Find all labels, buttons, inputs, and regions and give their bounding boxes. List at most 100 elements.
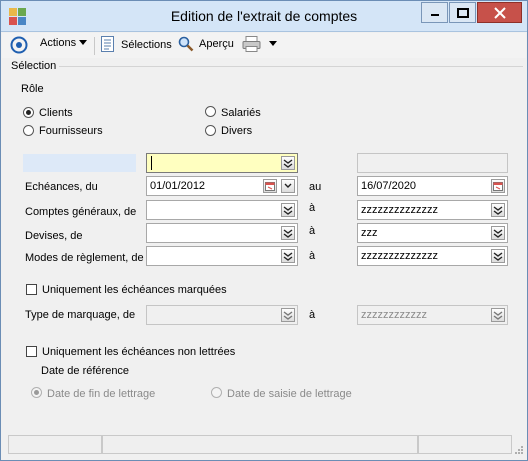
status-segment [102, 435, 418, 454]
echeances-to-value: 16/07/2020 [361, 180, 417, 192]
text-cursor [151, 156, 152, 170]
dropdown-button[interactable] [281, 226, 295, 240]
dropdown-button[interactable] [281, 156, 295, 170]
echeances-from-field[interactable]: 01/01/2012 [146, 176, 298, 196]
calendar-icon [265, 182, 275, 191]
double-chevron-down-icon [283, 310, 293, 320]
radio-divers-label: Divers [221, 125, 253, 137]
role-label: Rôle [21, 83, 44, 95]
radio-fournisseurs-label: Fournisseurs [39, 125, 103, 137]
dropdown-button[interactable] [491, 226, 505, 240]
minimize-button[interactable] [421, 2, 448, 23]
radio-fournisseurs[interactable] [23, 125, 34, 136]
modes-label: Modes de règlement, de [25, 252, 144, 264]
calendar-button[interactable] [263, 179, 277, 193]
section-divider [59, 66, 523, 67]
devises-a-label: à [309, 225, 316, 237]
marquees-checkbox-label: Uniquement les échéances marquées [42, 284, 227, 296]
type-marquage-to-value: zzzzzzzzzzzz [361, 309, 427, 321]
close-button[interactable] [477, 2, 522, 23]
radio-salaries-label: Salariés [221, 107, 261, 119]
print-button[interactable] [242, 36, 278, 52]
chevron-down-icon[interactable] [269, 41, 278, 47]
comptes-to-field[interactable]: zzzzzzzzzzzzzz [357, 200, 508, 220]
devises-to-field[interactable]: zzz [357, 223, 508, 243]
dropdown-button [491, 308, 505, 322]
type-marquage-to-field: zzzzzzzzzzzz [357, 305, 508, 325]
selection-type-label [23, 154, 136, 172]
type-marquage-a-label: à [309, 309, 316, 321]
devises-to-value: zzz [361, 227, 378, 239]
double-chevron-down-icon [283, 228, 293, 238]
status-segment [8, 435, 102, 454]
selections-button[interactable]: Sélections [101, 36, 172, 53]
radio-date-saisie-lettrage-label: Date de saisie de lettrage [227, 388, 352, 400]
double-chevron-down-icon [283, 251, 293, 261]
echeances-au-label: au [309, 181, 322, 193]
first-right-field [357, 153, 508, 173]
maximize-icon [456, 7, 469, 18]
printer-icon [242, 36, 261, 52]
comptes-from-field[interactable] [146, 200, 298, 220]
apercu-button[interactable]: Aperçu [178, 36, 234, 52]
minimize-icon [430, 13, 439, 16]
first-selection-field[interactable] [146, 153, 298, 173]
radio-date-fin-lettrage-label: Date de fin de lettrage [47, 388, 156, 400]
close-icon [493, 6, 506, 19]
non-lettrees-checkbox[interactable] [26, 346, 37, 357]
resize-grip-icon[interactable] [514, 445, 524, 455]
maximize-button[interactable] [449, 2, 476, 23]
apercu-label: Aperçu [199, 38, 234, 50]
non-lettrees-checkbox-label: Uniquement les échéances non lettrées [42, 346, 236, 358]
radio-date-fin-lettrage [31, 387, 42, 398]
magnifier-icon [178, 36, 194, 52]
modes-to-value: zzzzzzzzzzzzzz [361, 250, 438, 262]
type-marquage-label: Type de marquage, de [25, 309, 136, 321]
title-bar: Edition de l'extrait de comptes [1, 1, 527, 32]
calendar-button[interactable] [491, 179, 505, 193]
modes-to-field[interactable]: zzzzzzzzzzzzzz [357, 246, 508, 266]
document-icon [101, 36, 114, 52]
chevron-down-icon [79, 40, 88, 45]
devises-from-field[interactable] [146, 223, 298, 243]
marquees-checkbox[interactable] [26, 284, 37, 295]
radio-divers[interactable] [205, 125, 216, 136]
target-button[interactable] [10, 36, 28, 54]
dropdown-button[interactable] [281, 179, 295, 193]
toolbar: Actions Sélections Aperçu [2, 33, 526, 58]
status-bar [2, 435, 526, 459]
actions-label: Actions [40, 37, 77, 49]
comptes-label: Comptes généraux, de [25, 206, 137, 218]
echeances-label: Echéances, du [25, 181, 98, 193]
window: Edition de l'extrait de comptes Actions [0, 0, 528, 461]
selections-label: Sélections [121, 38, 172, 51]
radio-clients[interactable] [23, 107, 34, 118]
double-chevron-down-icon [493, 228, 503, 238]
comptes-a-label: à [309, 202, 316, 214]
actions-menu[interactable]: Actions [40, 37, 88, 49]
type-marquage-from-field [146, 305, 298, 325]
modes-a-label: à [309, 250, 316, 262]
radio-clients-label: Clients [39, 107, 73, 119]
dropdown-button [281, 308, 295, 322]
radio-date-saisie-lettrage [211, 387, 222, 398]
calendar-icon [493, 182, 503, 191]
toolbar-separator [94, 37, 95, 55]
target-icon [10, 36, 28, 54]
echeances-from-value: 01/01/2012 [150, 180, 206, 192]
devises-label: Devises, de [25, 230, 83, 242]
chevron-down-icon [284, 183, 292, 188]
dropdown-button[interactable] [281, 203, 295, 217]
double-chevron-down-icon [283, 158, 293, 168]
double-chevron-down-icon [283, 205, 293, 215]
echeances-to-field[interactable]: 16/07/2020 [357, 176, 508, 196]
date-reference-label: Date de référence [41, 365, 130, 377]
double-chevron-down-icon [493, 205, 503, 215]
dropdown-button[interactable] [281, 249, 295, 263]
double-chevron-down-icon [493, 251, 503, 261]
dropdown-button[interactable] [491, 249, 505, 263]
dropdown-button[interactable] [491, 203, 505, 217]
section-label: Sélection [11, 60, 57, 72]
radio-salaries[interactable] [205, 106, 216, 117]
modes-from-field[interactable] [146, 246, 298, 266]
